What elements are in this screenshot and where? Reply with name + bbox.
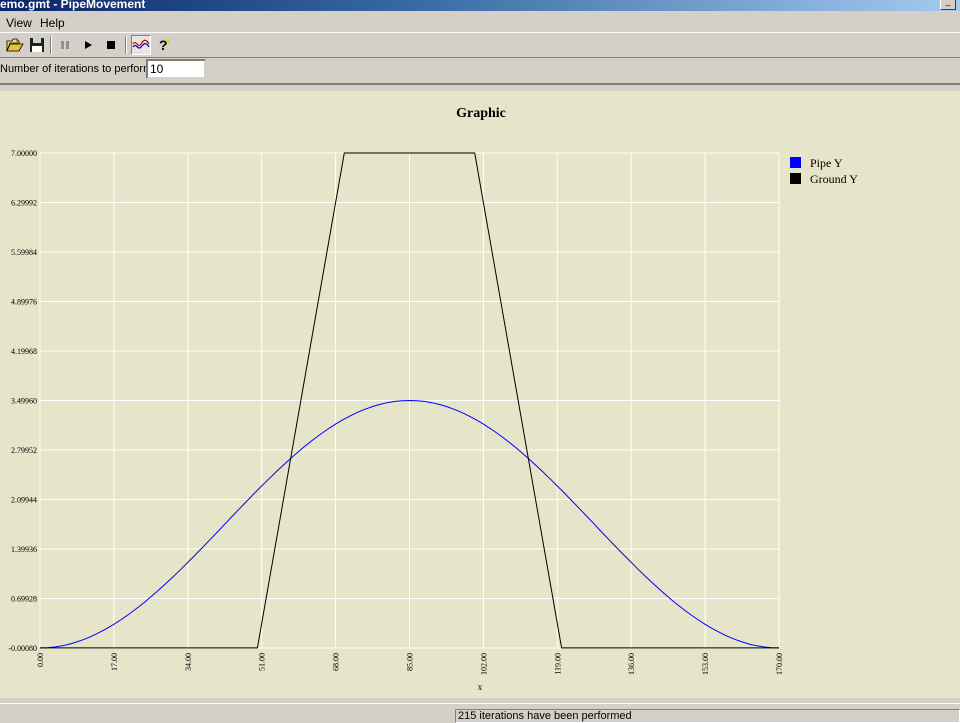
menu-view[interactable]: View bbox=[6, 16, 32, 30]
legend-label: Ground Y bbox=[810, 172, 858, 186]
help-icon: ? bbox=[159, 37, 170, 53]
iterations-input[interactable] bbox=[146, 59, 206, 79]
y-tick-label: 4.19968 bbox=[11, 347, 37, 356]
y-tick-label: 7.00000 bbox=[11, 149, 37, 158]
toolbar-separator bbox=[50, 36, 52, 54]
x-axis-label: x bbox=[478, 682, 483, 692]
pause-button[interactable] bbox=[55, 35, 75, 55]
toolbar: ? bbox=[0, 33, 960, 58]
status-bar: 215 iterations have been performed bbox=[0, 703, 960, 723]
y-tick-label: 2.79952 bbox=[11, 446, 37, 455]
play-button[interactable] bbox=[78, 35, 98, 55]
y-tick-label: 3.49960 bbox=[11, 397, 37, 406]
x-tick-label: 85.00 bbox=[406, 653, 415, 671]
chart: Graphic -0.00080 0.69928 1.39936 2.09944 2.7… bbox=[8, 106, 858, 692]
window-title: emo.gmt - PipeMovement bbox=[0, 0, 146, 11]
save-button[interactable] bbox=[27, 35, 47, 55]
x-tick-label: 51.00 bbox=[258, 653, 267, 671]
chart-panel: Graphic -0.00080 0.69928 1.39936 2.09944 2.7… bbox=[0, 91, 960, 698]
stop-button[interactable] bbox=[101, 35, 121, 55]
pause-icon bbox=[61, 41, 69, 49]
graph-button[interactable] bbox=[131, 35, 151, 55]
x-tick-label: 102.00 bbox=[479, 653, 488, 675]
toolbar-separator bbox=[125, 36, 127, 54]
help-button[interactable]: ? bbox=[154, 35, 174, 55]
svg-text:?: ? bbox=[159, 37, 168, 53]
minimize-button[interactable]: _ bbox=[940, 0, 956, 10]
x-tick-label: 119.00 bbox=[553, 653, 562, 675]
x-tick-label: 17.00 bbox=[110, 653, 119, 671]
legend-swatch bbox=[790, 173, 801, 184]
y-tick-label: 5.59984 bbox=[11, 248, 37, 257]
y-tick-label: 0.69928 bbox=[11, 595, 37, 604]
x-tick-label: 0.00 bbox=[36, 653, 45, 667]
y-tick-label: 2.09944 bbox=[11, 496, 37, 505]
save-icon bbox=[30, 38, 44, 52]
x-tick-label: 170.00 bbox=[775, 653, 784, 675]
open-button[interactable] bbox=[5, 35, 25, 55]
x-tick-label: 68.00 bbox=[332, 653, 341, 671]
chart-title: Graphic bbox=[456, 106, 506, 121]
menu-help[interactable]: Help bbox=[40, 16, 65, 30]
y-tick-label: 1.39936 bbox=[11, 545, 37, 554]
iterations-bar: Number of iterations to perform bbox=[0, 58, 960, 85]
x-tick-label: 136.00 bbox=[627, 653, 636, 675]
menu-bar: View Help bbox=[0, 12, 960, 33]
legend: Pipe Y Ground Y bbox=[790, 156, 858, 186]
open-folder-icon bbox=[6, 38, 24, 52]
title-bar: emo.gmt - PipeMovement _ bbox=[0, 0, 960, 11]
y-tick-label: 4.89976 bbox=[11, 298, 37, 307]
x-tick-label: 34.00 bbox=[184, 653, 193, 671]
legend-swatch bbox=[790, 157, 801, 168]
y-tick-label: 6.29992 bbox=[11, 199, 37, 208]
play-icon bbox=[85, 41, 92, 49]
status-message: 215 iterations have been performed bbox=[455, 709, 960, 723]
x-tick-label: 153.00 bbox=[701, 653, 710, 675]
iterations-label: Number of iterations to perform bbox=[0, 63, 153, 75]
y-tick-label: -0.00080 bbox=[8, 644, 37, 653]
status-left bbox=[0, 709, 452, 723]
legend-label: Pipe Y bbox=[810, 156, 843, 170]
stop-icon bbox=[107, 41, 115, 49]
graph-icon bbox=[132, 39, 150, 49]
